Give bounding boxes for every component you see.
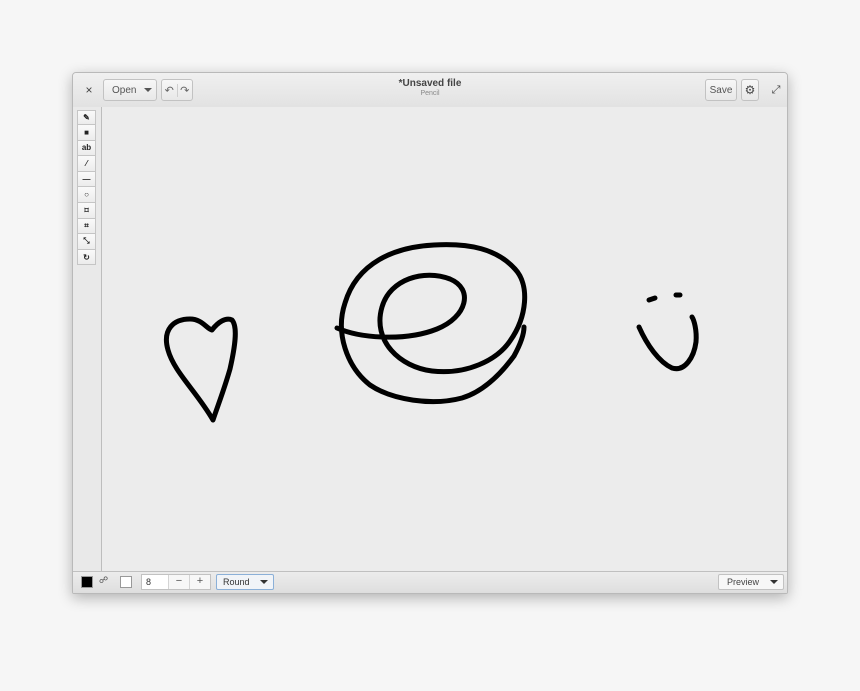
canvas-drawing xyxy=(164,242,699,423)
text-tool-icon[interactable]: ab xyxy=(77,140,96,157)
window-title-area: *Unsaved file Pencil xyxy=(73,78,787,97)
chevron-down-icon xyxy=(260,580,268,584)
drawing-canvas[interactable] xyxy=(102,107,787,572)
line-tool-icon[interactable]: — xyxy=(77,171,96,188)
rotate-icon[interactable]: ↻ xyxy=(77,249,96,266)
left-eye-stroke xyxy=(646,295,658,303)
preview-dropdown[interactable]: Preview xyxy=(718,574,784,590)
pencil-icon[interactable]: ✎ xyxy=(77,110,96,125)
brush-shape-value: Round xyxy=(223,577,250,587)
maximize-icon[interactable]: ⤢ xyxy=(767,81,785,99)
preview-label: Preview xyxy=(727,577,760,587)
main-color-swatch[interactable] xyxy=(81,576,93,588)
gear-icon[interactable]: ⚙ xyxy=(741,79,759,101)
decrease-size-button[interactable]: − xyxy=(168,575,189,589)
swap-colors-icon[interactable]: ☍ xyxy=(99,575,108,586)
status-bar: ☍ 8 − + Round Preview xyxy=(73,571,787,593)
heart-stroke xyxy=(164,316,238,423)
save-button[interactable]: Save xyxy=(705,79,737,101)
increase-size-button[interactable]: + xyxy=(189,575,210,589)
secondary-color-swatch[interactable] xyxy=(120,576,132,588)
color-picker-icon[interactable]: ⁄ xyxy=(77,156,96,172)
tools-sidebar: ✎ ■ ab ⁄ — ○ ⌑ ⌗ ⤡ ↻ xyxy=(73,107,102,572)
app-window: × Open ↶ ↷ *Unsaved file Pencil Save ⚙ ⤢… xyxy=(72,72,788,594)
smile-stroke xyxy=(636,314,699,372)
active-tool-subtitle: Pencil xyxy=(420,90,440,97)
loop-stroke-outer xyxy=(334,242,528,405)
tool-buttons: ✎ ■ ab ⁄ — ○ ⌑ ⌗ ⤡ ↻ xyxy=(77,110,96,266)
tool-size-value[interactable]: 8 xyxy=(142,575,168,589)
tool-size-stepper[interactable]: 8 − + xyxy=(141,574,211,590)
free-selection-icon[interactable]: ⌑ xyxy=(77,202,96,219)
scale-icon[interactable]: ⤡ xyxy=(77,234,96,250)
window-title: *Unsaved file xyxy=(398,78,462,89)
ellipse-tool-icon[interactable]: ○ xyxy=(77,187,96,203)
rectangle-selection-icon[interactable]: ■ xyxy=(77,125,96,141)
crop-icon[interactable]: ⌗ xyxy=(77,218,96,235)
header-bar: × Open ↶ ↷ *Unsaved file Pencil Save ⚙ ⤢ xyxy=(73,73,787,108)
chevron-down-icon xyxy=(770,580,778,584)
brush-shape-dropdown[interactable]: Round xyxy=(216,574,274,590)
